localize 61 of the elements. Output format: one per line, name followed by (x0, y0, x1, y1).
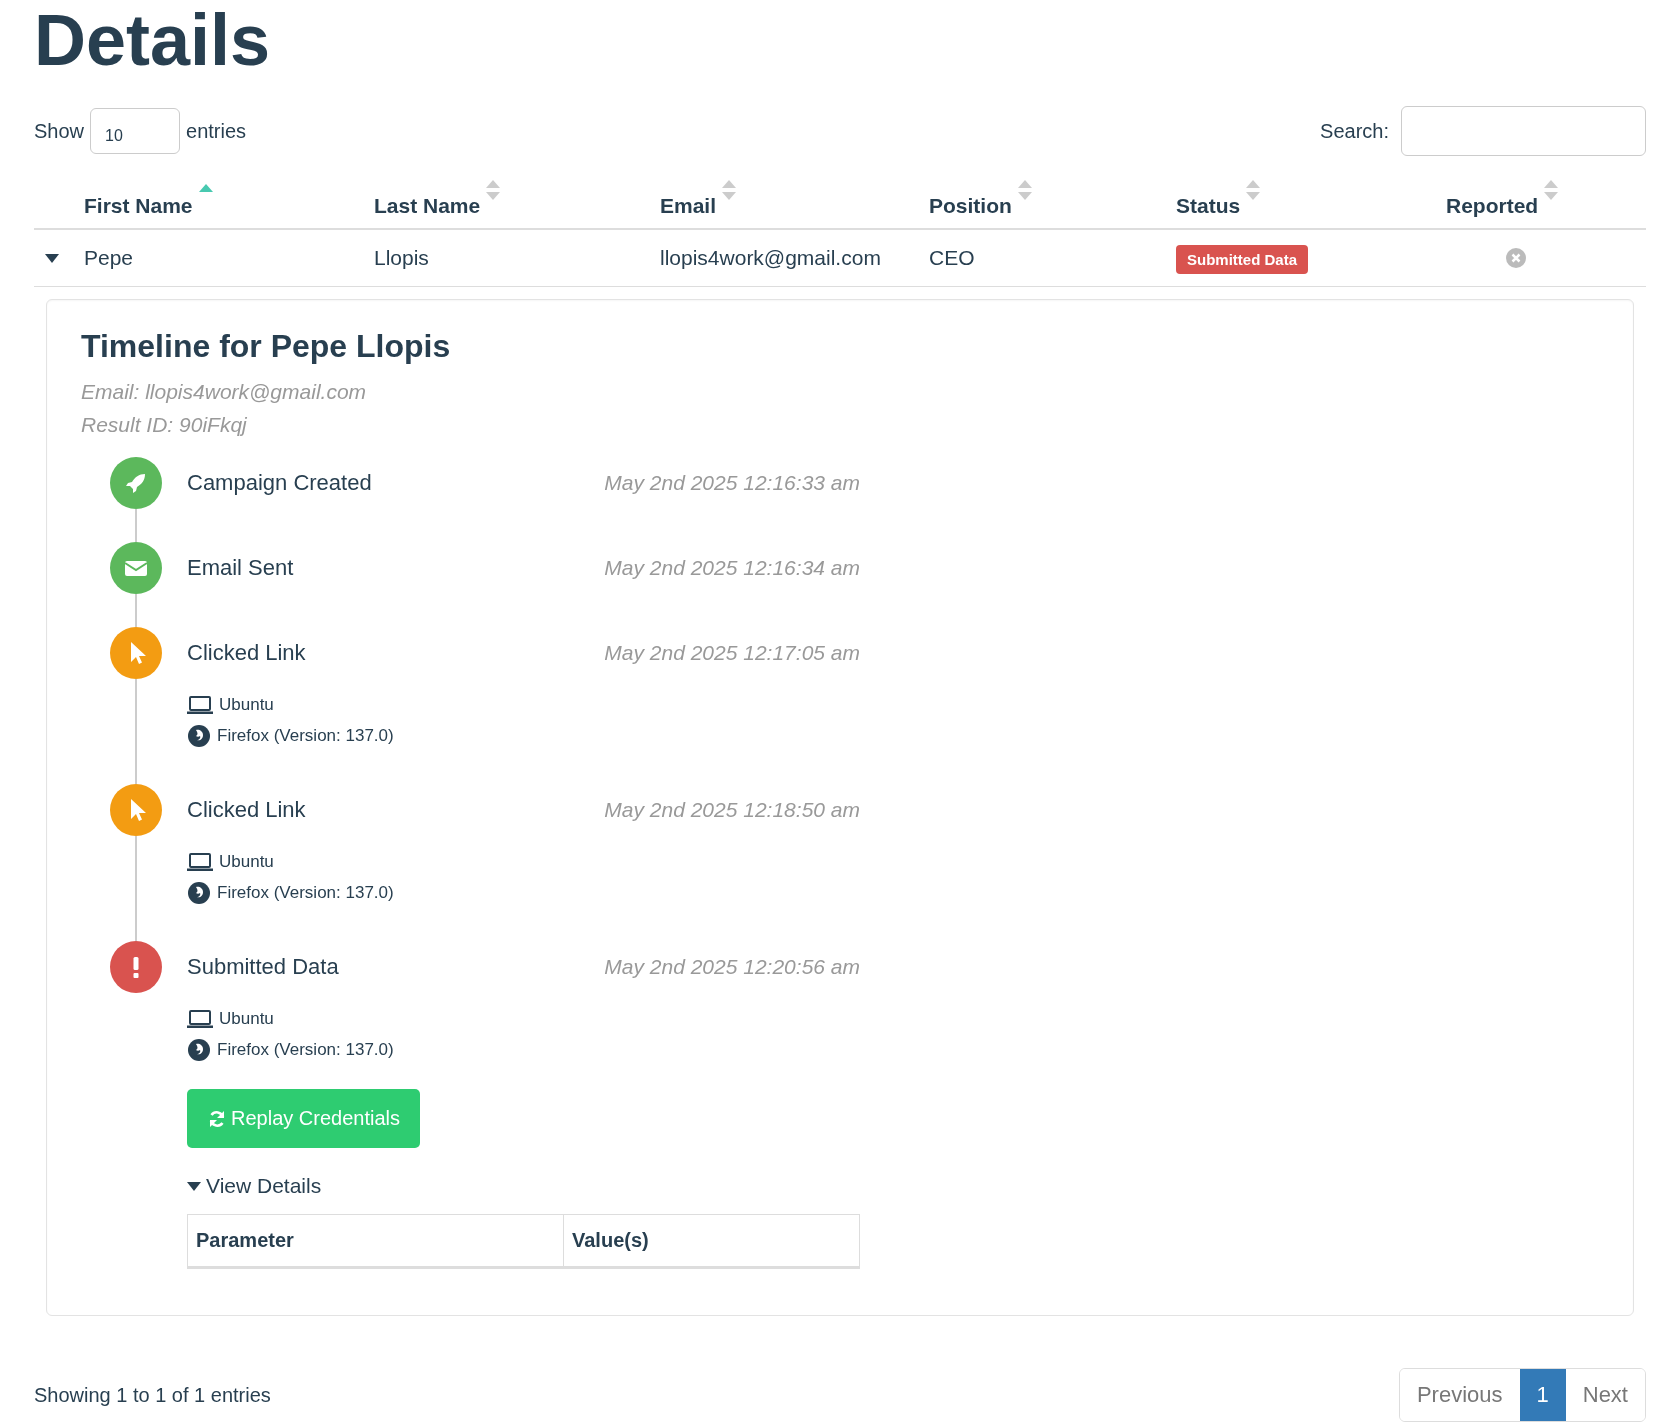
table-cell-text: CEO (929, 246, 976, 270)
cursor-icon (110, 627, 162, 679)
column-header[interactable]: Email (660, 180, 737, 218)
event-time: May 2nd 2025 12:16:34 am (604, 556, 860, 580)
sort-icon (1017, 180, 1032, 200)
event-time: May 2nd 2025 12:17:05 am (604, 641, 860, 665)
cursor-icon (110, 784, 162, 836)
rocket-icon (110, 457, 162, 509)
entries-label: entries (186, 119, 247, 143)
column-header[interactable]: Reported (1446, 180, 1559, 218)
envelope-icon (110, 542, 162, 594)
search-label: Search: (1320, 119, 1389, 143)
show-label: Show (34, 119, 85, 143)
table-cell-text: llopis4work@gmail.com (660, 246, 882, 270)
column-header[interactable]: First Name (84, 180, 213, 218)
column-header[interactable]: Status (1176, 180, 1261, 218)
search-field[interactable] (1401, 106, 1646, 156)
result-id-text: Result ID: 90iFkqj (81, 412, 248, 438)
browser-text: Firefox (Version: 137.0) (217, 1039, 394, 1060)
refresh-icon (207, 1108, 227, 1129)
pagination-button[interactable]: 1 (1519, 1369, 1566, 1421)
table-cell-text: Llopis (374, 246, 430, 270)
timeline-title: Timeline for Pepe Llopis (81, 328, 452, 365)
os-text: Ubuntu (219, 851, 274, 872)
browser-icon (187, 723, 211, 748)
status-badge: Submitted Data (1176, 245, 1308, 274)
sort-icon (1544, 180, 1559, 200)
exclamation-icon (110, 941, 162, 993)
page-title: Details (34, 0, 272, 80)
table-cell-text: Pepe (84, 246, 135, 270)
column-header[interactable]: Last Name (374, 180, 501, 218)
browser-icon (187, 1037, 211, 1062)
event-title: Clicked Link (187, 797, 306, 823)
sort-icon (722, 180, 737, 200)
event-time: May 2nd 2025 12:20:56 am (604, 955, 860, 979)
event-title: Email Sent (187, 555, 294, 581)
laptop-icon (187, 694, 213, 715)
browser-icon (187, 880, 211, 905)
entries-select[interactable]: 10 (90, 108, 181, 154)
caret-icon (187, 1181, 201, 1191)
sort-icon (1246, 180, 1261, 200)
sort-ascending-icon (198, 184, 213, 192)
email-text: Email: llopis4work@gmail.com (81, 379, 368, 405)
event-title: Submitted Data (187, 954, 339, 980)
event-time: May 2nd 2025 12:18:50 am (604, 798, 860, 822)
parameter-table-header: Parameter (195, 1228, 295, 1253)
event-title: Campaign Created (187, 470, 372, 496)
event-time: May 2nd 2025 12:16:33 am (604, 471, 860, 495)
laptop-icon (187, 1008, 213, 1029)
entries-info: Showing 1 to 1 of 1 entries (34, 1383, 271, 1407)
sort-icon (486, 180, 501, 200)
view-details-toggle[interactable]: View Details (187, 1174, 860, 1198)
parameter-table-header: Value(s) (563, 1215, 859, 1266)
caret-icon[interactable] (45, 253, 59, 263)
os-text: Ubuntu (219, 694, 274, 715)
browser-text: Firefox (Version: 137.0) (217, 725, 394, 746)
os-text: Ubuntu (219, 1008, 274, 1029)
laptop-icon (187, 851, 213, 872)
event-title: Clicked Link (187, 640, 306, 666)
column-header[interactable]: Position (929, 180, 1032, 218)
browser-text: Firefox (Version: 137.0) (217, 882, 394, 903)
